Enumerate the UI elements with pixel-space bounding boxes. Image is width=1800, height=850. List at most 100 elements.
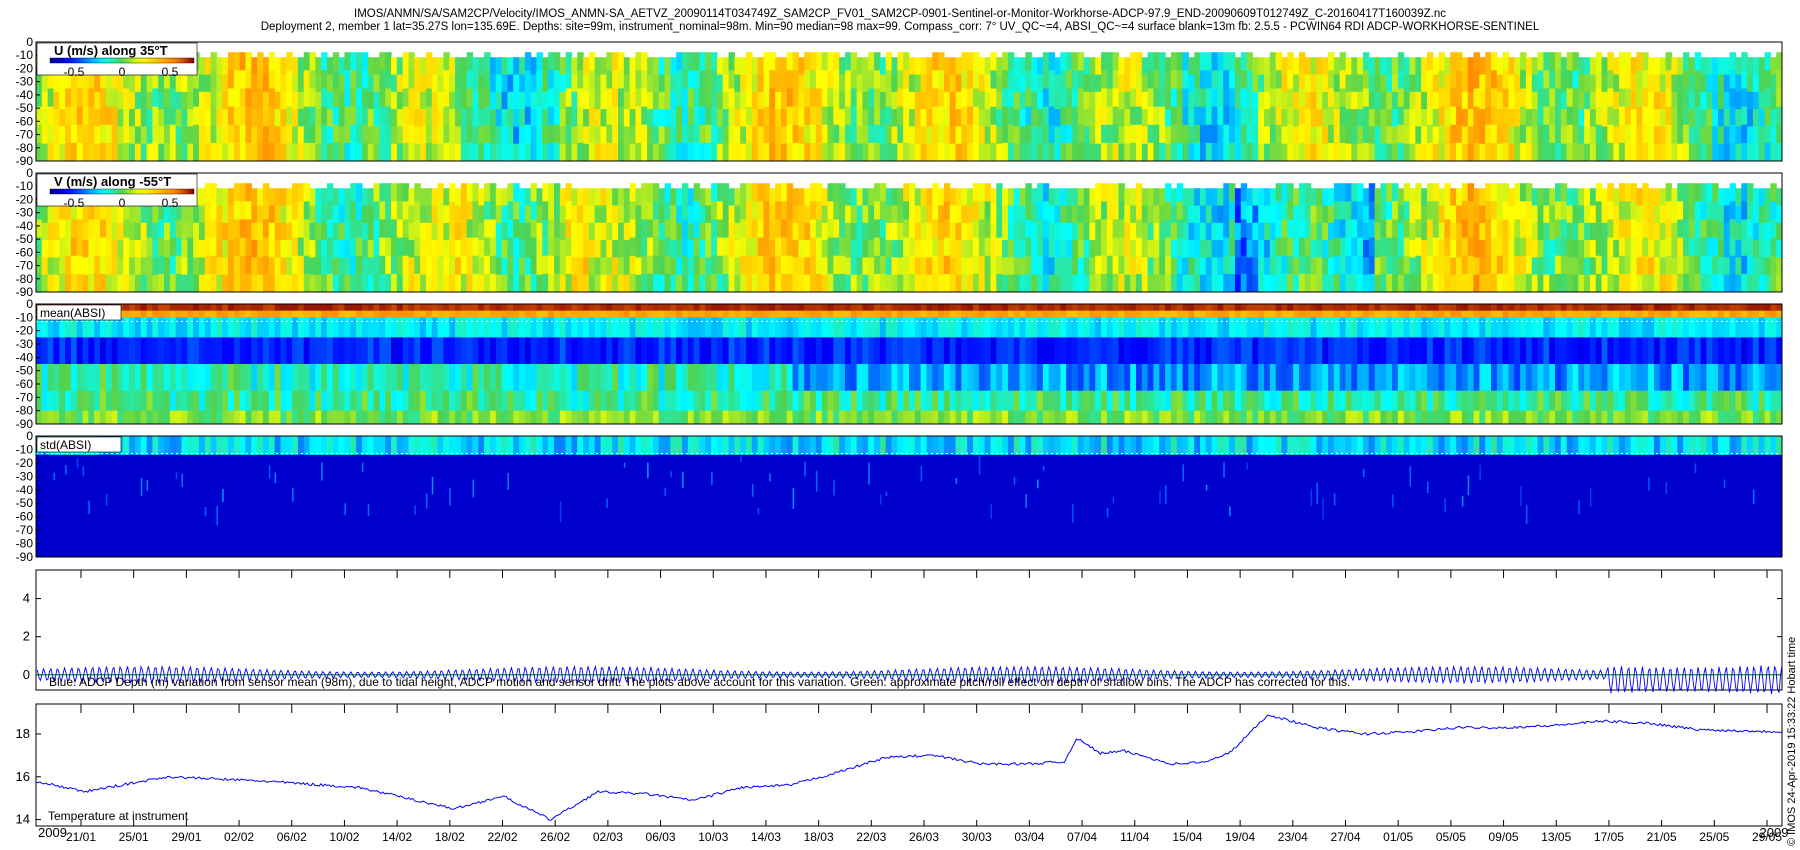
colorbar-tick-label: 0.5 bbox=[162, 65, 179, 79]
x-tick-label: 11/04 bbox=[1120, 830, 1149, 844]
heatmap-cells bbox=[36, 42, 1782, 161]
y-tick-label: -20 bbox=[16, 456, 34, 470]
y-tick-label: -30 bbox=[16, 337, 34, 351]
y-tick-label: 16 bbox=[16, 769, 30, 784]
y-tick-label: -10 bbox=[16, 48, 34, 62]
y-tick-label: 2 bbox=[23, 629, 30, 644]
heatmap-panel-2: 0-10-20-30-40-50-60-70-80-90V (m/s) alon… bbox=[16, 166, 1783, 299]
heatmap-cells bbox=[36, 173, 1782, 292]
temperature-panel: 14 16 18 Temperature at instrument bbox=[16, 703, 1783, 827]
panel-title: mean(ABSI) bbox=[40, 306, 105, 320]
heatmap-panel-4: 0-10-20-30-40-50-60-70-80-90 std(ABSI) bbox=[16, 429, 1783, 564]
x-tick-label: 27/04 bbox=[1330, 830, 1360, 844]
x-tick-label: 29/01 bbox=[171, 830, 201, 844]
y-tick-label: -50 bbox=[16, 232, 34, 246]
x-tick-label: 23/04 bbox=[1278, 830, 1308, 844]
temperature-caption: Temperature at instrument bbox=[48, 809, 189, 823]
x-tick-label: 30/03 bbox=[962, 830, 992, 844]
colorbar-tick-label: -0.5 bbox=[64, 196, 85, 210]
y-tick-label: -70 bbox=[16, 390, 34, 404]
depth-variation-panel: 0 2 4 Blue: ADCP Depth (m) variation from s… bbox=[23, 569, 1783, 695]
x-tick-label: 14/03 bbox=[751, 830, 781, 844]
x-edge-label-start: 2009 bbox=[38, 825, 67, 840]
y-tick-label: 0 bbox=[23, 667, 30, 682]
x-tick-label: 21/05 bbox=[1647, 830, 1677, 844]
y-tick-label: -20 bbox=[16, 324, 34, 338]
y-tick-label: -80 bbox=[16, 141, 34, 155]
y-tick-label: -20 bbox=[16, 192, 34, 206]
y-tick-label: 18 bbox=[16, 726, 30, 741]
heatmap-cells bbox=[36, 436, 1782, 557]
x-tick-label: 10/03 bbox=[698, 830, 728, 844]
colorbar bbox=[49, 188, 195, 195]
y-tick-label: -70 bbox=[16, 128, 34, 142]
y-tick-label: -80 bbox=[16, 537, 34, 551]
depth-panel-caption: Blue: ADCP Depth (m) variation from sens… bbox=[49, 675, 1350, 689]
y-tick-label: -90 bbox=[16, 550, 34, 564]
panel-frame bbox=[35, 569, 1783, 691]
panel-title: std(ABSI) bbox=[40, 438, 91, 452]
y-tick-label: -40 bbox=[16, 483, 34, 497]
y-tick-label: -30 bbox=[16, 206, 34, 220]
x-tick-label: 18/02 bbox=[435, 830, 465, 844]
heatmap-panel-3: 0-10-20-30-40-50-60-70-80-90mean(ABSI) bbox=[16, 297, 1783, 431]
x-tick-label: 06/03 bbox=[646, 830, 676, 844]
y-tick-label: -40 bbox=[16, 350, 34, 364]
x-tick-label: 26/03 bbox=[909, 830, 939, 844]
y-tick-label: 14 bbox=[16, 812, 30, 827]
x-tick-label: 25/01 bbox=[119, 830, 149, 844]
y-tick-label: -80 bbox=[16, 404, 34, 418]
y-tick-label: -40 bbox=[16, 88, 34, 102]
x-tick-label: 06/02 bbox=[277, 830, 307, 844]
x-tick-label: 09/05 bbox=[1489, 830, 1519, 844]
y-tick-label: -10 bbox=[16, 179, 34, 193]
x-tick-label: 21/01 bbox=[66, 830, 96, 844]
x-tick-label: 05/05 bbox=[1436, 830, 1466, 844]
x-tick-label: 26/02 bbox=[540, 830, 570, 844]
x-tick-label: 14/02 bbox=[382, 830, 412, 844]
y-tick-label: -40 bbox=[16, 219, 34, 233]
y-tick-label: -70 bbox=[16, 259, 34, 273]
heatmap-panel-1: 0-10-20-30-40-50-60-70-80-90U (m/s) alon… bbox=[16, 35, 1783, 168]
y-tick-label: 0 bbox=[26, 429, 33, 443]
x-tick-label: 22/03 bbox=[856, 830, 886, 844]
y-tick-label: -60 bbox=[16, 377, 34, 391]
y-tick-label: 0 bbox=[26, 35, 33, 49]
x-tick-label: 13/05 bbox=[1541, 830, 1571, 844]
x-tick-label: 01/05 bbox=[1383, 830, 1413, 844]
colorbar-tick-label: 0 bbox=[119, 65, 126, 79]
x-tick-label: 03/04 bbox=[1014, 830, 1044, 844]
y-tick-label: -60 bbox=[16, 510, 34, 524]
x-edge-label-end: 2009 bbox=[1760, 825, 1789, 840]
y-tick-label: 4 bbox=[23, 591, 30, 606]
y-tick-label: -30 bbox=[16, 469, 34, 483]
x-tick-label: 17/05 bbox=[1594, 830, 1624, 844]
y-tick-label: -80 bbox=[16, 272, 34, 286]
timestamp-side-label: © IMOS 24-Apr-2019 15:33:22 Hobart time bbox=[1786, 637, 1798, 846]
x-tick-label: 02/02 bbox=[224, 830, 254, 844]
x-tick-label: 07/04 bbox=[1067, 830, 1097, 844]
y-tick-label: -10 bbox=[16, 310, 34, 324]
y-tick-label: -10 bbox=[16, 442, 34, 456]
x-tick-label: 10/02 bbox=[329, 830, 359, 844]
y-tick-label: 0 bbox=[26, 297, 33, 311]
colorbar-tick-label: 0 bbox=[119, 196, 126, 210]
colorbar bbox=[49, 57, 195, 64]
colorbar-tick-label: 0.5 bbox=[162, 196, 179, 210]
figure-canvas: 0-10-20-30-40-50-60-70-80-90U (m/s) alon… bbox=[16, 35, 1798, 846]
panel-title: V (m/s) along -55°T bbox=[54, 174, 171, 189]
panel-frame bbox=[35, 703, 1783, 827]
y-tick-label: -50 bbox=[16, 364, 34, 378]
x-tick-label: 02/03 bbox=[593, 830, 623, 844]
y-tick-label: -70 bbox=[16, 523, 34, 537]
y-tick-label: -60 bbox=[16, 245, 34, 259]
colorbar-tick-label: -0.5 bbox=[64, 65, 85, 79]
x-tick-label: 22/02 bbox=[487, 830, 517, 844]
x-tick-label: 15/04 bbox=[1172, 830, 1202, 844]
heatmap-cells bbox=[36, 304, 1782, 424]
x-tick-label: 19/04 bbox=[1225, 830, 1255, 844]
x-tick-label: 25/05 bbox=[1699, 830, 1729, 844]
y-tick-label: -50 bbox=[16, 496, 34, 510]
y-tick-label: -30 bbox=[16, 75, 34, 89]
x-tick-label: 18/03 bbox=[804, 830, 834, 844]
